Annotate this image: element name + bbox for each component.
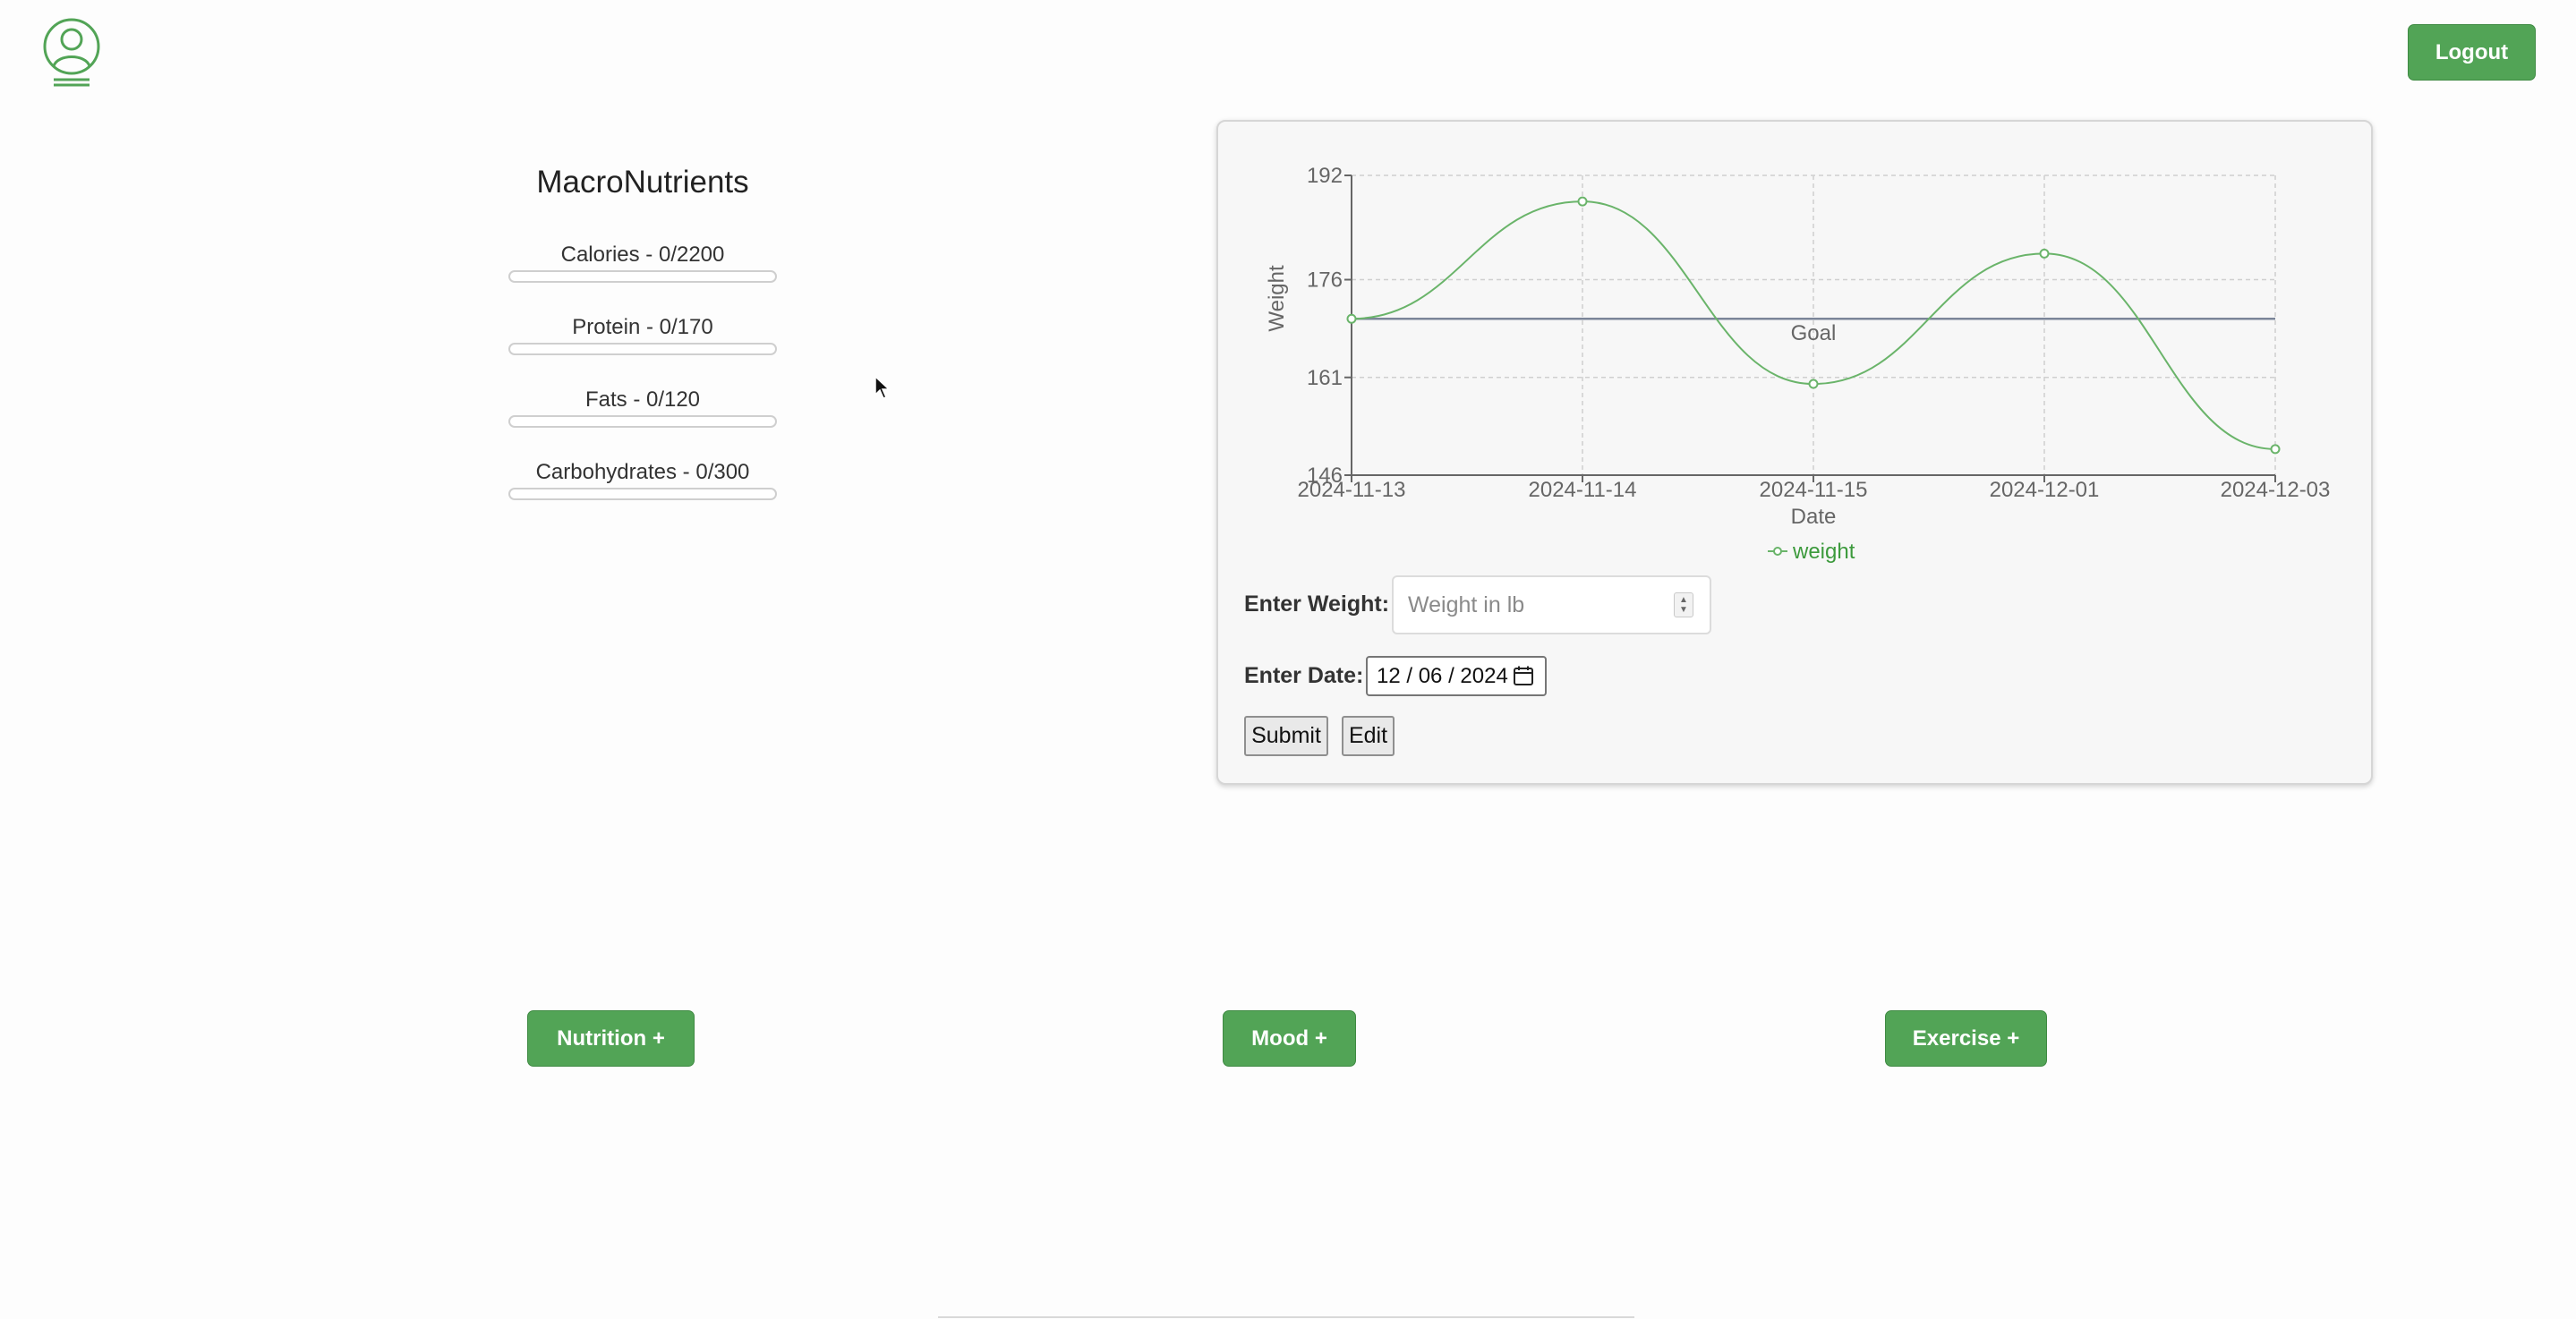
y-tick-label: 176 xyxy=(1307,268,1343,293)
number-spinner-icon[interactable]: ▲ ▼ xyxy=(1674,592,1693,617)
calendar-icon[interactable] xyxy=(1513,665,1534,686)
user-avatar-icon[interactable] xyxy=(41,16,102,88)
x-tick-label: 2024-11-15 xyxy=(1760,478,1868,502)
legend-marker xyxy=(1773,547,1782,556)
weight-data-point xyxy=(2039,248,2050,259)
logout-button[interactable]: Logout xyxy=(2408,24,2536,81)
weight-chart: 1461611761922024-11-13 2024-11-14 2024-11-… xyxy=(1265,164,2331,564)
weight-input[interactable] xyxy=(1392,575,1711,634)
exercise-add-button[interactable]: Exercise + xyxy=(1885,1010,2047,1067)
x-tick-label: 2024-11-14 xyxy=(1529,478,1637,502)
protein-label: Protein - 0/170 xyxy=(572,315,713,339)
weight-data-point xyxy=(1808,379,1819,389)
submit-button[interactable]: Submit xyxy=(1244,716,1328,756)
calories-label: Calories - 0/2200 xyxy=(560,243,725,267)
x-axis-title: Date xyxy=(1791,505,1837,529)
date-value: 12 / 06 / 2024 xyxy=(1377,663,1508,688)
mood-add-button[interactable]: Mood + xyxy=(1223,1010,1356,1067)
goal-label: Goal xyxy=(1791,321,1837,345)
carbohydrates-label: Carbohydrates - 0/300 xyxy=(535,460,750,484)
x-tick-label: 2024-11-13 xyxy=(1298,478,1406,502)
fats-label: Fats - 0/120 xyxy=(584,387,701,412)
y-tick-label: 192 xyxy=(1307,164,1343,188)
mouse-pointer-icon xyxy=(874,376,891,399)
nutrition-add-button[interactable]: Nutrition + xyxy=(527,1010,695,1067)
edit-button[interactable]: Edit xyxy=(1342,716,1395,756)
x-tick-label: 2024-12-01 xyxy=(1990,478,2100,502)
calories-progress-bar xyxy=(508,270,777,283)
protein-progress-bar xyxy=(508,343,777,355)
weight-data-point xyxy=(1577,196,1588,207)
date-field-label: Enter Date: xyxy=(1244,663,1364,688)
fats-progress-bar xyxy=(508,415,777,428)
carbohydrates-progress-bar xyxy=(508,488,777,500)
weight-data-point xyxy=(1346,313,1357,324)
y-tick-label: 161 xyxy=(1307,366,1343,390)
weight-data-point xyxy=(2270,444,2281,455)
macros-title: MacroNutrients xyxy=(536,165,749,200)
legend-label: weight xyxy=(1792,540,1855,564)
x-tick-label: 2024-12-03 xyxy=(2221,478,2331,502)
bottom-divider xyxy=(938,1316,1634,1318)
weight-field-label: Enter Weight: xyxy=(1244,591,1390,617)
y-axis-title: Weight xyxy=(1265,265,1289,332)
